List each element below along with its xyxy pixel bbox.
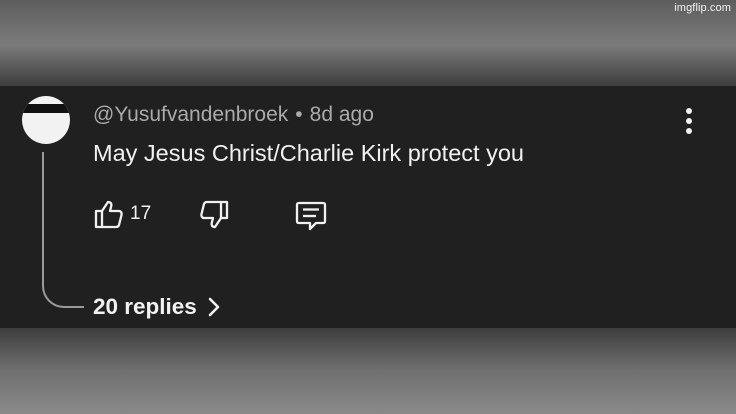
comment-text: May Jesus Christ/Charlie Kirk protect yo… <box>93 140 524 166</box>
chevron-right-icon <box>208 297 220 317</box>
reply-thread-line <box>42 152 84 308</box>
thumbs-up-icon <box>94 200 123 229</box>
more-options-button[interactable] <box>675 106 703 138</box>
comment-time[interactable]: 8d ago <box>310 103 374 126</box>
avatar[interactable] <box>22 96 70 144</box>
reply-button[interactable] <box>294 200 328 232</box>
vertical-dots-icon <box>686 108 692 134</box>
imgflip-watermark: imgflip.com <box>674 2 731 14</box>
view-replies-link[interactable]: 20 replies <box>93 293 221 321</box>
like-count: 17 <box>130 203 152 224</box>
meta-separator: • <box>295 103 303 126</box>
replies-label: 20 replies <box>93 294 197 319</box>
like-button[interactable]: 17 <box>92 199 151 229</box>
author-handle[interactable]: @Yusufvandenbroek <box>93 103 288 126</box>
meme-frame: imgflip.com @Yusufvandenbroek • 8d ago May… <box>0 0 736 414</box>
comment-icon <box>295 201 327 231</box>
thumbs-down-icon <box>200 200 229 229</box>
dislike-button[interactable] <box>199 200 231 230</box>
avatar-band <box>22 104 70 113</box>
comment-meta: @Yusufvandenbroek • 8d ago <box>93 103 374 127</box>
comment-card: @Yusufvandenbroek • 8d ago May Jesus Chris… <box>0 86 736 328</box>
